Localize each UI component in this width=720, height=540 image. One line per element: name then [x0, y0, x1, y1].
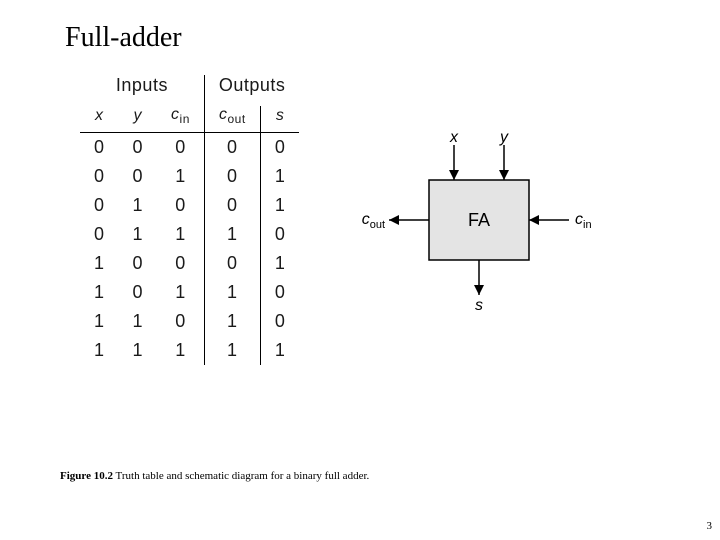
cell: 0 — [119, 249, 158, 278]
cell: 1 — [80, 336, 119, 365]
cell: 0 — [157, 191, 204, 220]
cell: 0 — [157, 133, 204, 163]
cell: 1 — [119, 336, 158, 365]
label-s: s — [475, 297, 483, 310]
slide: Full-adder Inputs Outputs x y cin cout s — [0, 0, 720, 540]
cell: 1 — [260, 336, 299, 365]
label-cin: cin — [575, 211, 592, 231]
cell: 1 — [204, 307, 260, 336]
cell: 0 — [204, 133, 260, 163]
cell: 0 — [260, 307, 299, 336]
cell: 1 — [80, 278, 119, 307]
cell: 1 — [204, 220, 260, 249]
cell: 1 — [204, 336, 260, 365]
table-row: 11010 — [80, 307, 299, 336]
cell: 1 — [80, 249, 119, 278]
cell: 0 — [119, 162, 158, 191]
table-row: 00000 — [80, 133, 299, 163]
col-x: x — [80, 106, 119, 133]
table-row: 10110 — [80, 278, 299, 307]
figure-text: Truth table and schematic diagram for a … — [113, 470, 369, 482]
cell: 1 — [80, 307, 119, 336]
cell: 0 — [80, 220, 119, 249]
cell: 1 — [119, 307, 158, 336]
cell: 1 — [119, 191, 158, 220]
fa-schematic: FA x y cin cout s — [359, 130, 599, 310]
truth-table: Inputs Outputs x y cin cout s 0000000101… — [80, 75, 299, 365]
col-s: s — [260, 106, 299, 133]
table-row: 10001 — [80, 249, 299, 278]
page-title: Full-adder — [65, 22, 182, 54]
cell: 0 — [204, 162, 260, 191]
outputs-header: Outputs — [204, 75, 299, 106]
table-row: 00101 — [80, 162, 299, 191]
cell: 1 — [157, 220, 204, 249]
cell: 0 — [80, 191, 119, 220]
cell: 0 — [80, 162, 119, 191]
arrow-s — [474, 285, 484, 295]
cell: 0 — [157, 249, 204, 278]
cell: 1 — [157, 278, 204, 307]
figure-caption: Figure 10.2 Truth table and schematic di… — [60, 470, 369, 482]
cell: 0 — [119, 278, 158, 307]
cell: 0 — [157, 307, 204, 336]
cell: 1 — [204, 278, 260, 307]
cell: 0 — [204, 191, 260, 220]
arrow-x — [449, 170, 459, 180]
cell: 0 — [260, 133, 299, 163]
cell: 1 — [119, 220, 158, 249]
col-cin: cin — [157, 106, 204, 133]
cell: 1 — [260, 162, 299, 191]
cell: 0 — [80, 133, 119, 163]
cell: 0 — [119, 133, 158, 163]
cell: 0 — [260, 278, 299, 307]
cell: 1 — [157, 162, 204, 191]
cell: 0 — [260, 220, 299, 249]
label-cout: cout — [362, 211, 385, 231]
table-row: 11111 — [80, 336, 299, 365]
content-area: Inputs Outputs x y cin cout s 0000000101… — [80, 75, 670, 365]
page-number: 3 — [707, 520, 713, 532]
label-y: y — [499, 130, 509, 146]
cell: 1 — [260, 191, 299, 220]
col-cout: cout — [204, 106, 260, 133]
cell: 1 — [157, 336, 204, 365]
fa-box-label: FA — [468, 210, 490, 230]
arrow-y — [499, 170, 509, 180]
figure-number: Figure 10.2 — [60, 470, 113, 482]
table-row: 01110 — [80, 220, 299, 249]
inputs-header: Inputs — [80, 75, 204, 106]
cell: 1 — [260, 249, 299, 278]
cell: 0 — [204, 249, 260, 278]
arrow-cin — [529, 215, 539, 225]
label-x: x — [449, 130, 459, 146]
col-y: y — [119, 106, 158, 133]
table-row: 01001 — [80, 191, 299, 220]
arrow-cout — [389, 215, 399, 225]
